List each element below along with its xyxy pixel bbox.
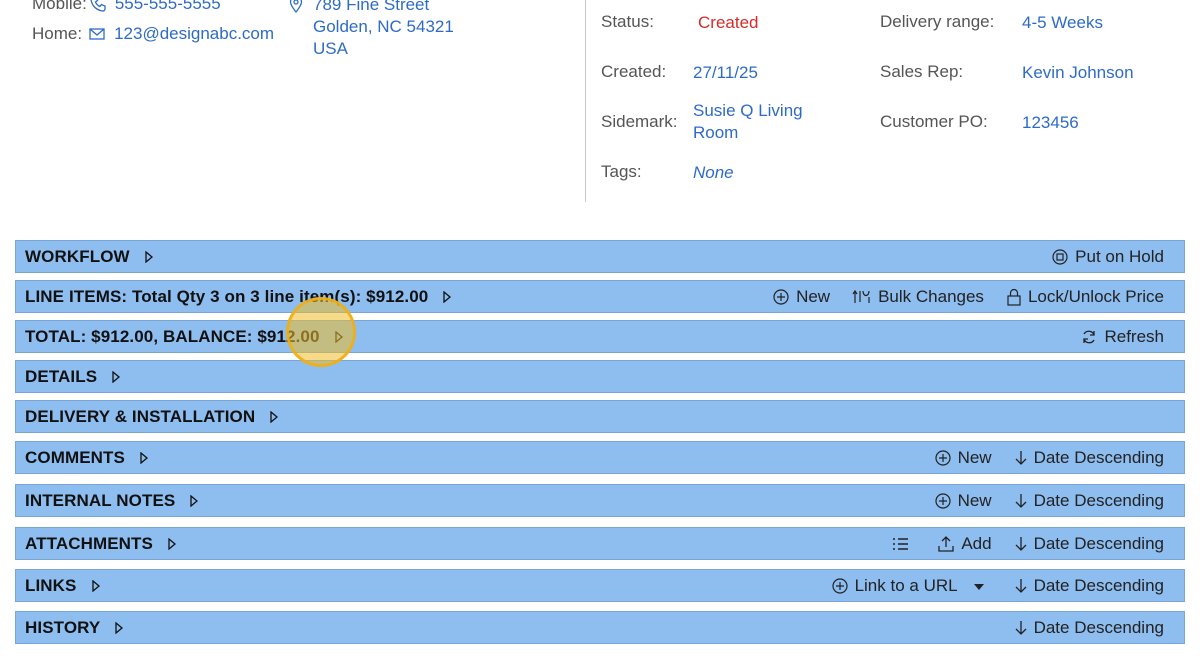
section-title: ATTACHMENTS: [25, 533, 153, 553]
sidemark-label: Sidemark:: [601, 112, 678, 131]
link-to-url-button[interactable]: Link to a URL: [831, 576, 992, 596]
section-internal-notes[interactable]: INTERNAL NOTES New Date Descending: [15, 484, 1185, 517]
sort-label: Date Descending: [1033, 617, 1164, 637]
customer-po-label: Customer PO:: [880, 112, 988, 131]
sidemark-value[interactable]: Susie Q Living Room: [693, 100, 803, 144]
section-title: LINE ITEMS: Total Qty 3 on 3 line item(s…: [25, 286, 429, 306]
plus-circle-icon: [773, 288, 789, 305]
tags-value[interactable]: None: [693, 162, 734, 184]
triangle-right-icon[interactable]: [269, 410, 279, 423]
refresh-icon: [1083, 330, 1096, 343]
created-label: Created:: [601, 62, 667, 81]
arrow-down-icon: [1015, 493, 1027, 508]
lock-unlock-price-button[interactable]: Lock/Unlock Price: [1006, 287, 1164, 307]
sort-label: Date Descending: [1033, 490, 1164, 510]
upload-icon: [938, 535, 954, 552]
sort-label: Date Descending: [1033, 575, 1164, 595]
put-on-hold-button[interactable]: Put on Hold: [1051, 247, 1164, 267]
sales-rep-value[interactable]: Kevin Johnson: [1022, 62, 1134, 84]
triangle-right-icon[interactable]: [114, 621, 124, 634]
section-total[interactable]: TOTAL: $912.00, BALANCE: $912.00 Refresh: [15, 320, 1185, 353]
sort-label: Date Descending: [1033, 533, 1164, 553]
plus-circle-icon: [934, 492, 951, 509]
section-delivery-installation[interactable]: DELIVERY & INSTALLATION: [15, 400, 1185, 433]
section-line-items[interactable]: LINE ITEMS: Total Qty 3 on 3 line item(s…: [15, 280, 1185, 313]
section-comments[interactable]: COMMENTS New Date Descending: [15, 441, 1185, 474]
new-label: New: [957, 447, 992, 467]
arrow-down-icon: [1015, 578, 1027, 593]
plus-circle-icon: [831, 577, 848, 594]
arrow-down-icon: [1015, 450, 1027, 465]
arrow-down-icon: [1015, 620, 1027, 635]
bulk-changes-button[interactable]: Bulk Changes: [852, 287, 984, 307]
refresh-button[interactable]: Refresh: [1080, 327, 1164, 347]
sort-date-descending-button[interactable]: Date Descending: [1014, 491, 1164, 511]
section-title: DETAILS: [25, 366, 98, 386]
sort-label: Date Descending: [1033, 447, 1164, 467]
sort-date-descending-button[interactable]: Date Descending: [1014, 618, 1164, 638]
section-title: WORKFLOW: [25, 246, 130, 266]
put-on-hold-label: Put on Hold: [1075, 246, 1164, 266]
triangle-right-icon[interactable]: [442, 290, 452, 303]
add-label: Add: [961, 533, 992, 553]
order-info: Status: Created Created: 27/11/25 Sidema…: [0, 0, 1200, 200]
arrow-down-icon: [1015, 536, 1027, 551]
cursor-highlight: [286, 297, 356, 367]
created-value[interactable]: 27/11/25: [693, 62, 758, 84]
section-title: LINKS: [25, 575, 77, 595]
bulk-changes-icon: [852, 289, 870, 303]
section-workflow[interactable]: WORKFLOW Put on Hold: [15, 240, 1185, 273]
plus-circle-icon: [934, 449, 951, 466]
new-line-item-button[interactable]: New: [772, 287, 830, 307]
new-label: New: [796, 286, 831, 306]
triangle-right-icon[interactable]: [111, 370, 121, 383]
section-title: HISTORY: [25, 617, 101, 637]
triangle-right-icon[interactable]: [167, 537, 177, 550]
list-view-button[interactable]: [891, 535, 915, 553]
delivery-range-value[interactable]: 4-5 Weeks: [1022, 12, 1103, 34]
status-value: Created: [698, 13, 759, 32]
triangle-right-icon[interactable]: [144, 250, 154, 263]
sort-date-descending-button[interactable]: Date Descending: [1014, 534, 1164, 554]
tags-label: Tags:: [601, 162, 642, 181]
lock-icon: [1007, 288, 1021, 306]
new-comment-button[interactable]: New: [934, 448, 992, 468]
section-history[interactable]: HISTORY Date Descending: [15, 611, 1185, 644]
sidemark-line-1: Susie Q Living: [693, 101, 803, 120]
add-attachment-button[interactable]: Add: [937, 533, 992, 554]
section-links[interactable]: LINKS Link to a URL Date Descending: [15, 569, 1185, 602]
sort-date-descending-button[interactable]: Date Descending: [1014, 448, 1164, 468]
list-icon: [893, 537, 909, 550]
pause-circle-icon: [1052, 248, 1068, 265]
sidemark-line-2: Room: [693, 123, 739, 142]
triangle-right-icon[interactable]: [189, 494, 199, 507]
lock-unlock-label: Lock/Unlock Price: [1027, 286, 1164, 306]
new-label: New: [957, 490, 992, 510]
new-note-button[interactable]: New: [934, 491, 992, 511]
triangle-right-icon[interactable]: [91, 579, 101, 592]
bulk-changes-label: Bulk Changes: [878, 286, 984, 306]
section-title: DELIVERY & INSTALLATION: [25, 406, 256, 426]
section-title: COMMENTS: [25, 447, 125, 467]
sort-date-descending-button[interactable]: Date Descending: [1014, 576, 1164, 596]
section-title: INTERNAL NOTES: [25, 490, 176, 510]
delivery-range-label: Delivery range:: [880, 12, 995, 31]
sales-rep-label: Sales Rep:: [880, 62, 964, 81]
section-title: TOTAL: $912.00, BALANCE: $912.00: [25, 326, 320, 346]
caret-down-icon[interactable]: [972, 577, 986, 595]
link-to-url-label: Link to a URL: [854, 575, 958, 595]
customer-po-value[interactable]: 123456: [1022, 112, 1079, 134]
triangle-right-icon[interactable]: [139, 451, 149, 464]
section-details[interactable]: DETAILS: [15, 360, 1185, 393]
status-label: Status:: [601, 12, 654, 31]
section-attachments[interactable]: ATTACHMENTS Add Date Descending: [15, 527, 1185, 560]
refresh-label: Refresh: [1104, 326, 1164, 346]
